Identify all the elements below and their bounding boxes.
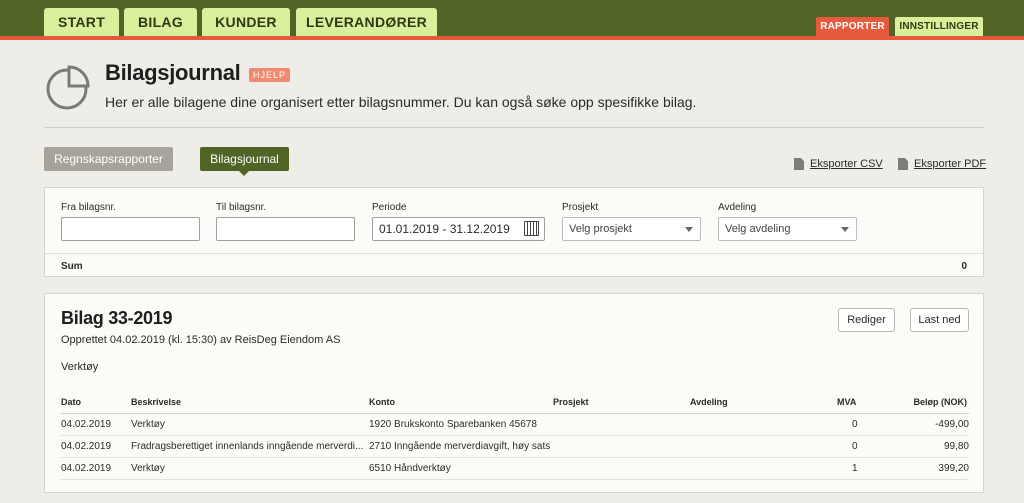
filter-panel: Fra bilagsnr. Til bilagsnr. Periode 01.0… [44,187,984,277]
fra-bilagsnr-input[interactable] [61,217,200,241]
sum-label: Sum [61,261,83,272]
table-row: 04.02.2019 Fradragsberettiget innenlands… [61,436,969,458]
help-badge[interactable]: HJELP [249,68,291,82]
nav-tab-start[interactable]: START [44,8,119,36]
chevron-down-icon [685,227,693,232]
edit-button[interactable]: Rediger [838,308,895,332]
prosjekt-label: Prosjekt [562,202,599,213]
nav-accent-stripe [0,36,1024,40]
voucher-panel: Bilag 33-2019 Opprettet 04.02.2019 (kl. … [44,293,984,493]
table-row: 04.02.2019 Verktøy 1920 Brukskonto Spare… [61,414,969,436]
pdf-file-icon [898,158,908,170]
header-divider [44,127,984,128]
chevron-down-icon [841,227,849,232]
col-header-avdeling: Avdeling [690,397,728,407]
cell-belop: 99,80 [943,441,969,452]
tab-regnskapsrapporter[interactable]: Regnskapsrapporter [44,147,173,171]
cell-dato: 04.02.2019 [61,463,112,474]
avdeling-select[interactable]: Velg avdeling [718,217,857,241]
prosjekt-selected: Velg prosjekt [569,223,632,235]
nav-tab-kunder[interactable]: KUNDER [202,8,290,36]
col-header-beskrivelse: Beskrivelse [131,397,182,407]
export-csv-label: Eksporter CSV [810,158,883,170]
fra-bilagsnr-label: Fra bilagsnr. [61,202,117,213]
innstillinger-button[interactable]: INNSTILLINGER [895,17,983,36]
rapporter-button[interactable]: RAPPORTER [816,17,889,36]
til-bilagsnr-input[interactable] [216,217,355,241]
tab-bilagsjournal[interactable]: Bilagsjournal [200,147,289,176]
page-title: Bilagsjournal [105,60,241,85]
pie-chart-icon [46,65,90,110]
periode-input[interactable]: 01.01.2019 - 31.12.2019 [372,217,545,241]
prosjekt-select[interactable]: Velg prosjekt [562,217,701,241]
periode-value: 01.01.2019 - 31.12.2019 [379,222,510,236]
nav-tab-bilag[interactable]: BILAG [124,8,197,36]
col-header-mva: MVA [837,397,857,407]
col-header-dato: Dato [61,397,81,407]
cell-konto: 2710 Inngående merverdiavgift, høy sats [369,441,551,452]
cell-belop: -499,00 [935,419,969,430]
voucher-description: Verktøy [61,361,99,373]
col-header-prosjekt: Prosjekt [553,397,589,407]
cell-beskrivelse: Fradragsberettiget innenlands inngående … [131,441,364,452]
periode-label: Periode [372,202,407,213]
cell-konto: 6510 Håndverktøy [369,463,451,474]
export-pdf-link[interactable]: Eksporter PDF [898,158,986,170]
cell-dato: 04.02.2019 [61,441,112,452]
export-pdf-label: Eksporter PDF [914,158,987,170]
top-nav-bar: START BILAG KUNDER LEVERANDØRER RAPPORTE… [0,0,1024,36]
voucher-title: Bilag 33-2019 [61,308,173,328]
col-header-konto: Konto [369,397,395,407]
cell-beskrivelse: Verktøy [131,463,165,474]
sum-value: 0 [961,261,967,272]
cell-konto: 1920 Brukskonto Sparebanken 45678 [369,419,537,430]
csv-file-icon [794,158,804,170]
cell-mva: 1 [852,463,858,474]
voucher-created: Opprettet 04.02.2019 (kl. 15:30) av Reis… [61,334,341,346]
export-csv-link[interactable]: Eksporter CSV [794,158,883,170]
avdeling-selected: Velg avdeling [725,223,791,235]
col-header-belop: Beløp (NOK) [913,397,968,407]
avdeling-label: Avdeling [718,202,757,213]
cell-beskrivelse: Verktøy [131,419,165,430]
til-bilagsnr-label: Til bilagsnr. [216,202,267,213]
page-subtitle: Her er alle bilagene dine organisert ett… [105,94,697,110]
table-row: 04.02.2019 Verktøy 6510 Håndverktøy 1 39… [61,458,969,480]
sum-divider [45,253,983,254]
calendar-icon[interactable] [524,221,539,236]
cell-belop: 399,20 [938,463,969,474]
cell-dato: 04.02.2019 [61,419,112,430]
download-button[interactable]: Last ned [910,308,969,332]
cell-mva: 0 [852,441,858,452]
nav-tab-leverandorer[interactable]: LEVERANDØRER [296,8,437,36]
cell-mva: 0 [852,419,858,430]
